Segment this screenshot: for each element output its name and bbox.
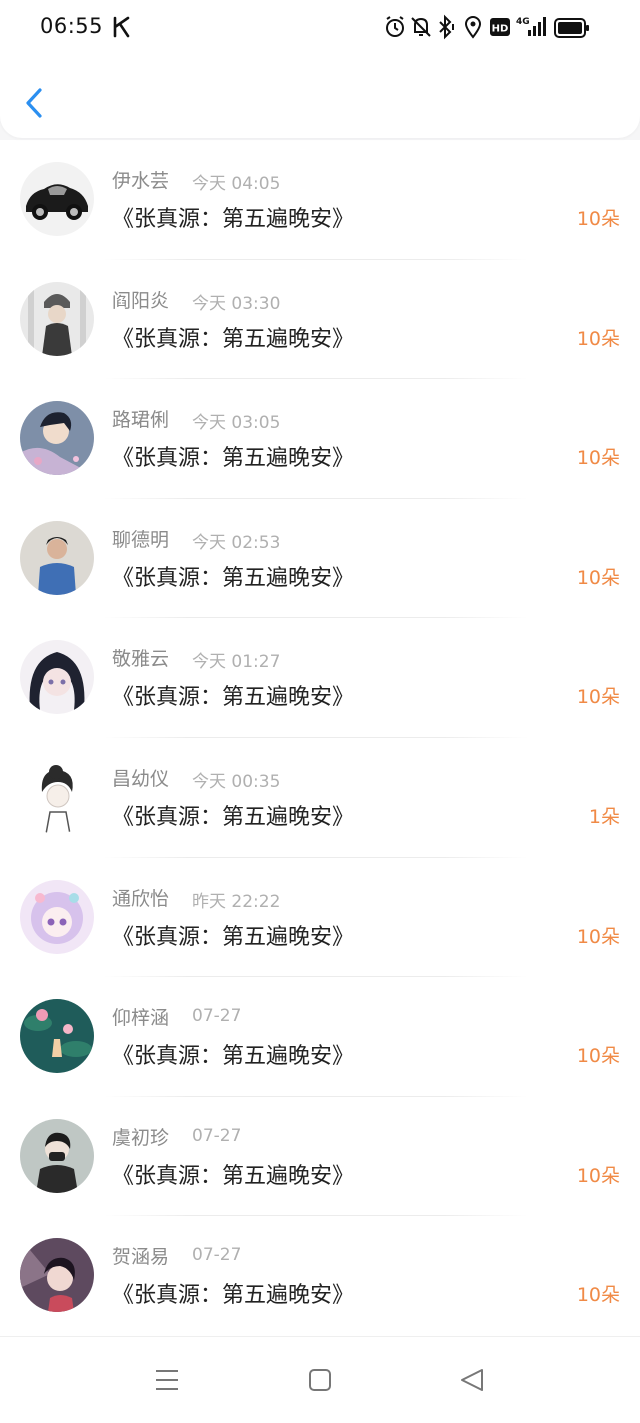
avatar[interactable] xyxy=(20,879,94,954)
sender-name: 聊德明 xyxy=(112,528,170,551)
list-item[interactable]: 敬雅云 今天 01:27 《张真源：第五遍晚安》 10朵 xyxy=(0,618,640,738)
send-time: 今天 02:53 xyxy=(192,532,281,553)
list-item[interactable]: 阎阳炎 今天 03:30 《张真源：第五遍晚安》 10朵 xyxy=(0,260,640,380)
list-item[interactable]: 聊德明 今天 02:53 《张真源：第五遍晚安》 10朵 xyxy=(0,499,640,619)
item-title: 《张真源：第五遍晚安》 xyxy=(112,685,355,711)
send-time: 今天 03:30 xyxy=(192,293,281,314)
item-title: 《张真源：第五遍晚安》 xyxy=(112,1163,355,1189)
item-title: 《张真源：第五遍晚安》 xyxy=(112,326,355,352)
hd-icon: HD xyxy=(490,18,510,40)
sender-name: 路珺俐 xyxy=(112,409,170,432)
item-title: 《张真源：第五遍晚安》 xyxy=(112,804,355,830)
car-avatar xyxy=(20,162,94,236)
avatar[interactable] xyxy=(20,640,94,715)
svg-text:HD: HD xyxy=(492,24,509,35)
sender-name: 贺涵易 xyxy=(112,1246,170,1269)
item-title: 《张真源：第五遍晚安》 xyxy=(112,565,355,591)
send-time: 今天 01:27 xyxy=(192,652,281,673)
anime-boy-avatar xyxy=(20,401,94,476)
avatar[interactable] xyxy=(20,759,94,834)
sender-name: 虞初珍 xyxy=(112,1126,170,1149)
dark-anime-avatar xyxy=(20,1238,94,1313)
flower-count: 10朵 xyxy=(576,1045,620,1068)
chevron-left-icon xyxy=(26,88,42,118)
menu-button[interactable] xyxy=(154,1367,180,1397)
send-time: 07-27 xyxy=(192,1125,242,1146)
status-time: 06:55 xyxy=(40,14,104,38)
avatar[interactable] xyxy=(20,281,94,356)
flower-count: 10朵 xyxy=(576,686,620,709)
flower-count: 10朵 xyxy=(576,327,620,350)
battery-icon xyxy=(554,18,590,42)
sender-name: 通欣怡 xyxy=(112,887,170,910)
item-title: 《张真源：第五遍晚安》 xyxy=(112,1044,355,1070)
svg-text:4G: 4G xyxy=(516,17,530,27)
boy-photo-avatar xyxy=(20,520,94,595)
k-app-icon xyxy=(112,16,132,42)
item-title: 《张真源：第五遍晚安》 xyxy=(112,1283,355,1309)
4g-signal-icon: 4G xyxy=(516,14,546,44)
send-time: 07-27 xyxy=(192,1006,242,1027)
alarm-icon xyxy=(384,14,406,44)
back-button[interactable] xyxy=(18,82,52,124)
list-item[interactable]: 路珺俐 今天 03:05 《张真源：第五遍晚安》 10朵 xyxy=(0,379,640,499)
gift-record-list: 伊水芸 今天 04:05 《张真源：第五遍晚安》 10朵 阎阳炎 今天 03:3… xyxy=(0,140,640,1336)
flower-count: 10朵 xyxy=(576,566,620,589)
list-item[interactable]: 通欣怡 昨天 22:22 《张真源：第五遍晚安》 10朵 xyxy=(0,858,640,978)
send-time: 07-27 xyxy=(192,1245,242,1266)
send-time: 今天 03:05 xyxy=(192,413,281,434)
list-item[interactable]: 虞初珍 07-27 《张真源：第五遍晚安》 10朵 xyxy=(0,1097,640,1217)
avatar[interactable] xyxy=(20,1118,94,1193)
sender-name: 昌幼仪 xyxy=(112,767,170,790)
sender-name: 仰梓涵 xyxy=(112,1007,170,1030)
flower-count: 1朵 xyxy=(588,805,620,828)
flower-count: 10朵 xyxy=(576,447,620,470)
send-time: 昨天 22:22 xyxy=(192,891,281,912)
list-item[interactable]: 贺涵易 07-27 《张真源：第五遍晚安》 10朵 xyxy=(0,1216,640,1336)
status-icons: HD 4G xyxy=(382,14,602,42)
avatar[interactable] xyxy=(20,520,94,595)
item-title: 《张真源：第五遍晚安》 xyxy=(112,924,355,950)
flower-count: 10朵 xyxy=(576,1164,620,1187)
mute-icon xyxy=(410,14,432,44)
avatar[interactable] xyxy=(20,1238,94,1313)
top-bar: 06:55 HD 4G xyxy=(0,0,640,138)
avatar[interactable] xyxy=(20,999,94,1074)
system-nav-bar xyxy=(0,1336,640,1423)
masked-boy-avatar xyxy=(20,1118,94,1193)
back-triangle-icon xyxy=(461,1369,483,1391)
menu-icon xyxy=(156,1370,178,1390)
flower-count: 10朵 xyxy=(576,208,620,230)
sender-name: 伊水芸 xyxy=(112,170,170,192)
list-item[interactable]: 仰梓涵 07-27 《张真源：第五遍晚安》 10朵 xyxy=(0,977,640,1097)
list-item[interactable]: 昌幼仪 今天 00:35 《张真源：第五遍晚安》 1朵 xyxy=(0,738,640,858)
send-time: 今天 04:05 xyxy=(192,174,281,194)
send-time: 今天 00:35 xyxy=(192,771,281,792)
bluetooth-icon xyxy=(436,14,458,44)
item-title: 《张真源：第五遍晚安》 xyxy=(112,207,355,232)
chibi-girl-avatar xyxy=(20,879,94,954)
home-square-icon xyxy=(309,1369,331,1391)
girl-beanie-avatar xyxy=(20,281,94,356)
home-button[interactable] xyxy=(307,1367,333,1397)
flower-count: 10朵 xyxy=(576,925,620,948)
avatar[interactable] xyxy=(20,401,94,476)
system-back-button[interactable] xyxy=(458,1367,486,1397)
anime-girl-avatar xyxy=(20,640,94,715)
status-bar: 06:55 HD 4G xyxy=(0,0,640,58)
flower-count: 10朵 xyxy=(576,1284,620,1307)
lotus-pond-avatar xyxy=(20,999,94,1074)
item-title: 《张真源：第五遍晚安》 xyxy=(112,446,355,472)
avatar[interactable] xyxy=(20,162,94,236)
sketch-girl-avatar xyxy=(20,759,94,834)
list-item[interactable]: 伊水芸 今天 04:05 《张真源：第五遍晚安》 10朵 xyxy=(0,140,640,260)
location-icon xyxy=(464,14,482,44)
sender-name: 阎阳炎 xyxy=(112,289,170,312)
sender-name: 敬雅云 xyxy=(112,648,170,671)
